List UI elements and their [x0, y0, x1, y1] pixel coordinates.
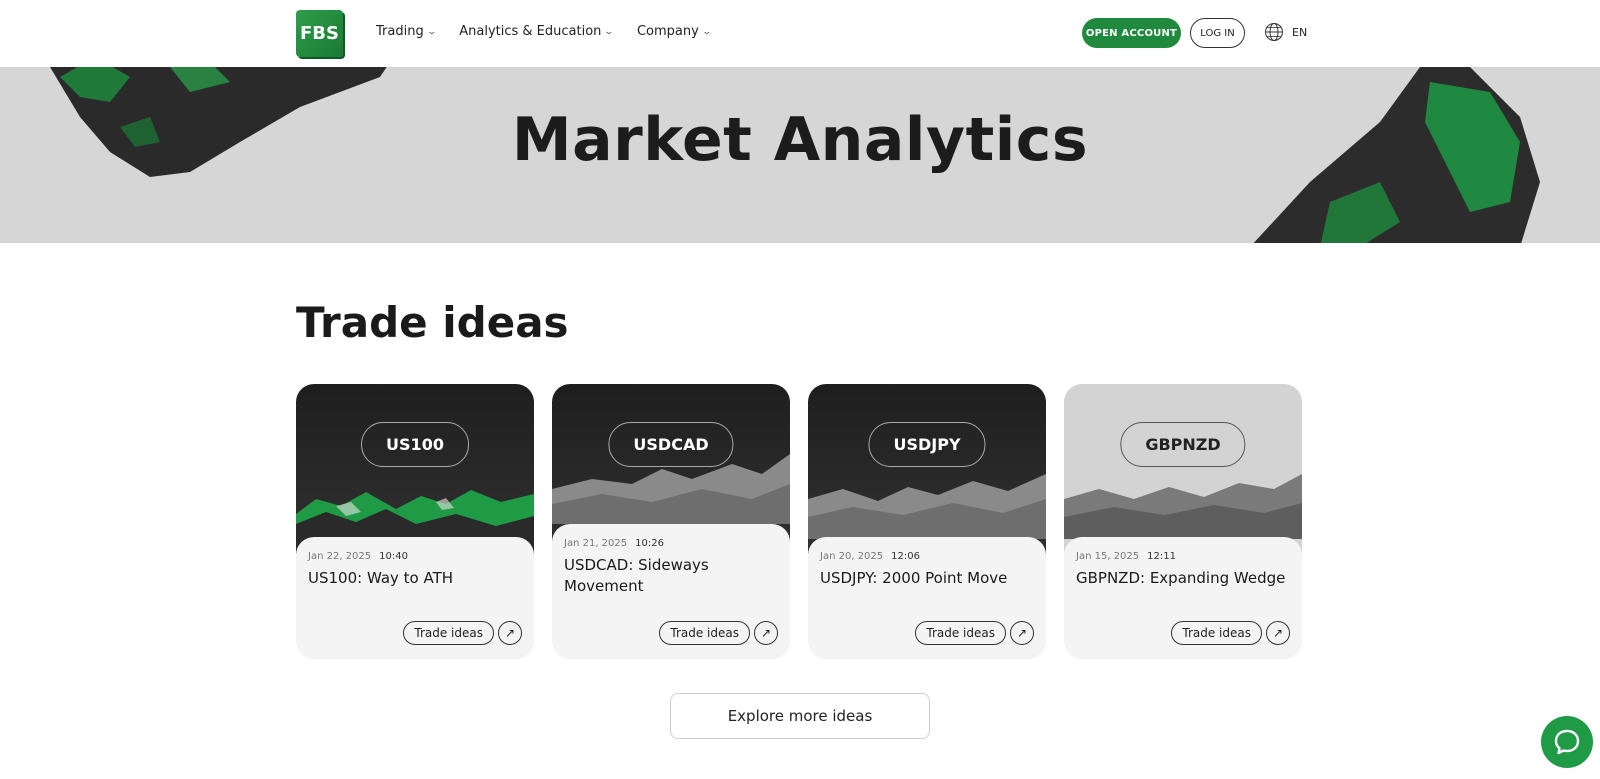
card-date: Jan 22, 2025 — [308, 551, 372, 562]
language-label: EN — [1292, 25, 1308, 39]
card-title: GBPNZD: Expanding Wedge — [1076, 569, 1286, 587]
trade-idea-card[interactable]: USDJPY Jan 20, 2025 12:06 USDJPY: 2000 P… — [808, 384, 1046, 659]
chevron-down-icon: ⌄ — [701, 26, 712, 37]
explore-more-ideas-button[interactable]: Explore more ideas — [670, 693, 930, 739]
card-time: 12:06 — [891, 551, 920, 562]
card-image: US100 — [296, 384, 534, 554]
card-footer: Trade ideas ↗ — [1171, 621, 1290, 645]
ticker-badge: USDJPY — [868, 422, 986, 467]
fbs-logo[interactable]: FBS — [296, 10, 343, 57]
nav-item-company[interactable]: Company ⌄ — [636, 24, 712, 39]
hero-banner: Market Analytics — [0, 67, 1600, 243]
category-tag[interactable]: Trade ideas — [915, 621, 1006, 645]
nav-item-label: Trading — [376, 24, 424, 39]
category-tag[interactable]: Trade ideas — [403, 621, 494, 645]
card-time: 10:26 — [635, 538, 664, 549]
globe-icon — [1265, 23, 1283, 41]
ticker-badge: GBPNZD — [1120, 422, 1246, 467]
card-time: 10:40 — [379, 551, 408, 562]
card-footer: Trade ideas ↗ — [403, 621, 522, 645]
card-title: USDJPY: 2000 Point Move — [820, 569, 1008, 587]
open-account-button[interactable]: OPEN ACCOUNT — [1082, 18, 1181, 48]
card-meta: Jan 15, 2025 12:11 — [1076, 551, 1290, 562]
login-button[interactable]: LOG IN — [1190, 18, 1245, 48]
arrow-up-right-icon[interactable]: ↗ — [1010, 621, 1034, 645]
card-image: USDJPY — [808, 384, 1046, 554]
card-meta: Jan 22, 2025 10:40 — [308, 551, 522, 562]
card-time: 12:11 — [1147, 551, 1176, 562]
nav-item-label: Company — [636, 24, 699, 39]
terrain-illustration — [1064, 474, 1302, 539]
arrow-up-right-icon[interactable]: ↗ — [754, 621, 778, 645]
card-date: Jan 15, 2025 — [1076, 551, 1140, 562]
category-tag[interactable]: Trade ideas — [659, 621, 750, 645]
card-image: GBPNZD — [1064, 384, 1302, 554]
category-tag[interactable]: Trade ideas — [1171, 621, 1262, 645]
main-nav: Trading ⌄ Analytics & Education ⌄ Compan… — [376, 24, 712, 39]
card-title: USDCAD: Sideways Movement — [564, 556, 709, 595]
chevron-down-icon: ⌄ — [426, 26, 437, 37]
nav-item-analytics-education[interactable]: Analytics & Education ⌄ — [459, 24, 615, 39]
trade-idea-card[interactable]: GBPNZD Jan 15, 2025 12:11 GBPNZD: Expand… — [1064, 384, 1302, 659]
ticker-badge: US100 — [361, 422, 469, 467]
chat-bubble-icon — [1554, 729, 1580, 755]
decorative-rock-right — [1253, 67, 1540, 243]
language-selector[interactable]: EN — [1264, 22, 1307, 42]
card-date: Jan 21, 2025 — [564, 538, 628, 549]
card-footer: Trade ideas ↗ — [915, 621, 1034, 645]
terrain-illustration — [552, 454, 790, 524]
nav-item-label: Analytics & Education — [459, 24, 602, 39]
trade-idea-card[interactable]: USDCAD Jan 21, 2025 10:26 USDCAD: Sidewa… — [552, 384, 790, 659]
trade-ideas-list: US100 Jan 22, 2025 10:40 US100: Way to A… — [296, 384, 1302, 659]
arrow-up-right-icon[interactable]: ↗ — [498, 621, 522, 645]
card-date: Jan 20, 2025 — [820, 551, 884, 562]
card-meta: Jan 21, 2025 10:26 — [564, 538, 778, 549]
site-header: FBS Trading ⌄ Analytics & Education ⌄ Co… — [0, 0, 1600, 67]
nav-item-trading[interactable]: Trading ⌄ — [376, 24, 437, 39]
arrow-up-right-icon[interactable]: ↗ — [1266, 621, 1290, 645]
section-title-trade-ideas: Trade ideas — [296, 298, 569, 347]
card-title: US100: Way to ATH — [308, 569, 454, 587]
card-footer: Trade ideas ↗ — [659, 621, 778, 645]
terrain-illustration — [808, 474, 1046, 539]
chat-button[interactable] — [1541, 716, 1593, 768]
card-meta: Jan 20, 2025 12:06 — [820, 551, 1034, 562]
trade-idea-card[interactable]: US100 Jan 22, 2025 10:40 US100: Way to A… — [296, 384, 534, 659]
chevron-down-icon: ⌄ — [603, 26, 615, 37]
